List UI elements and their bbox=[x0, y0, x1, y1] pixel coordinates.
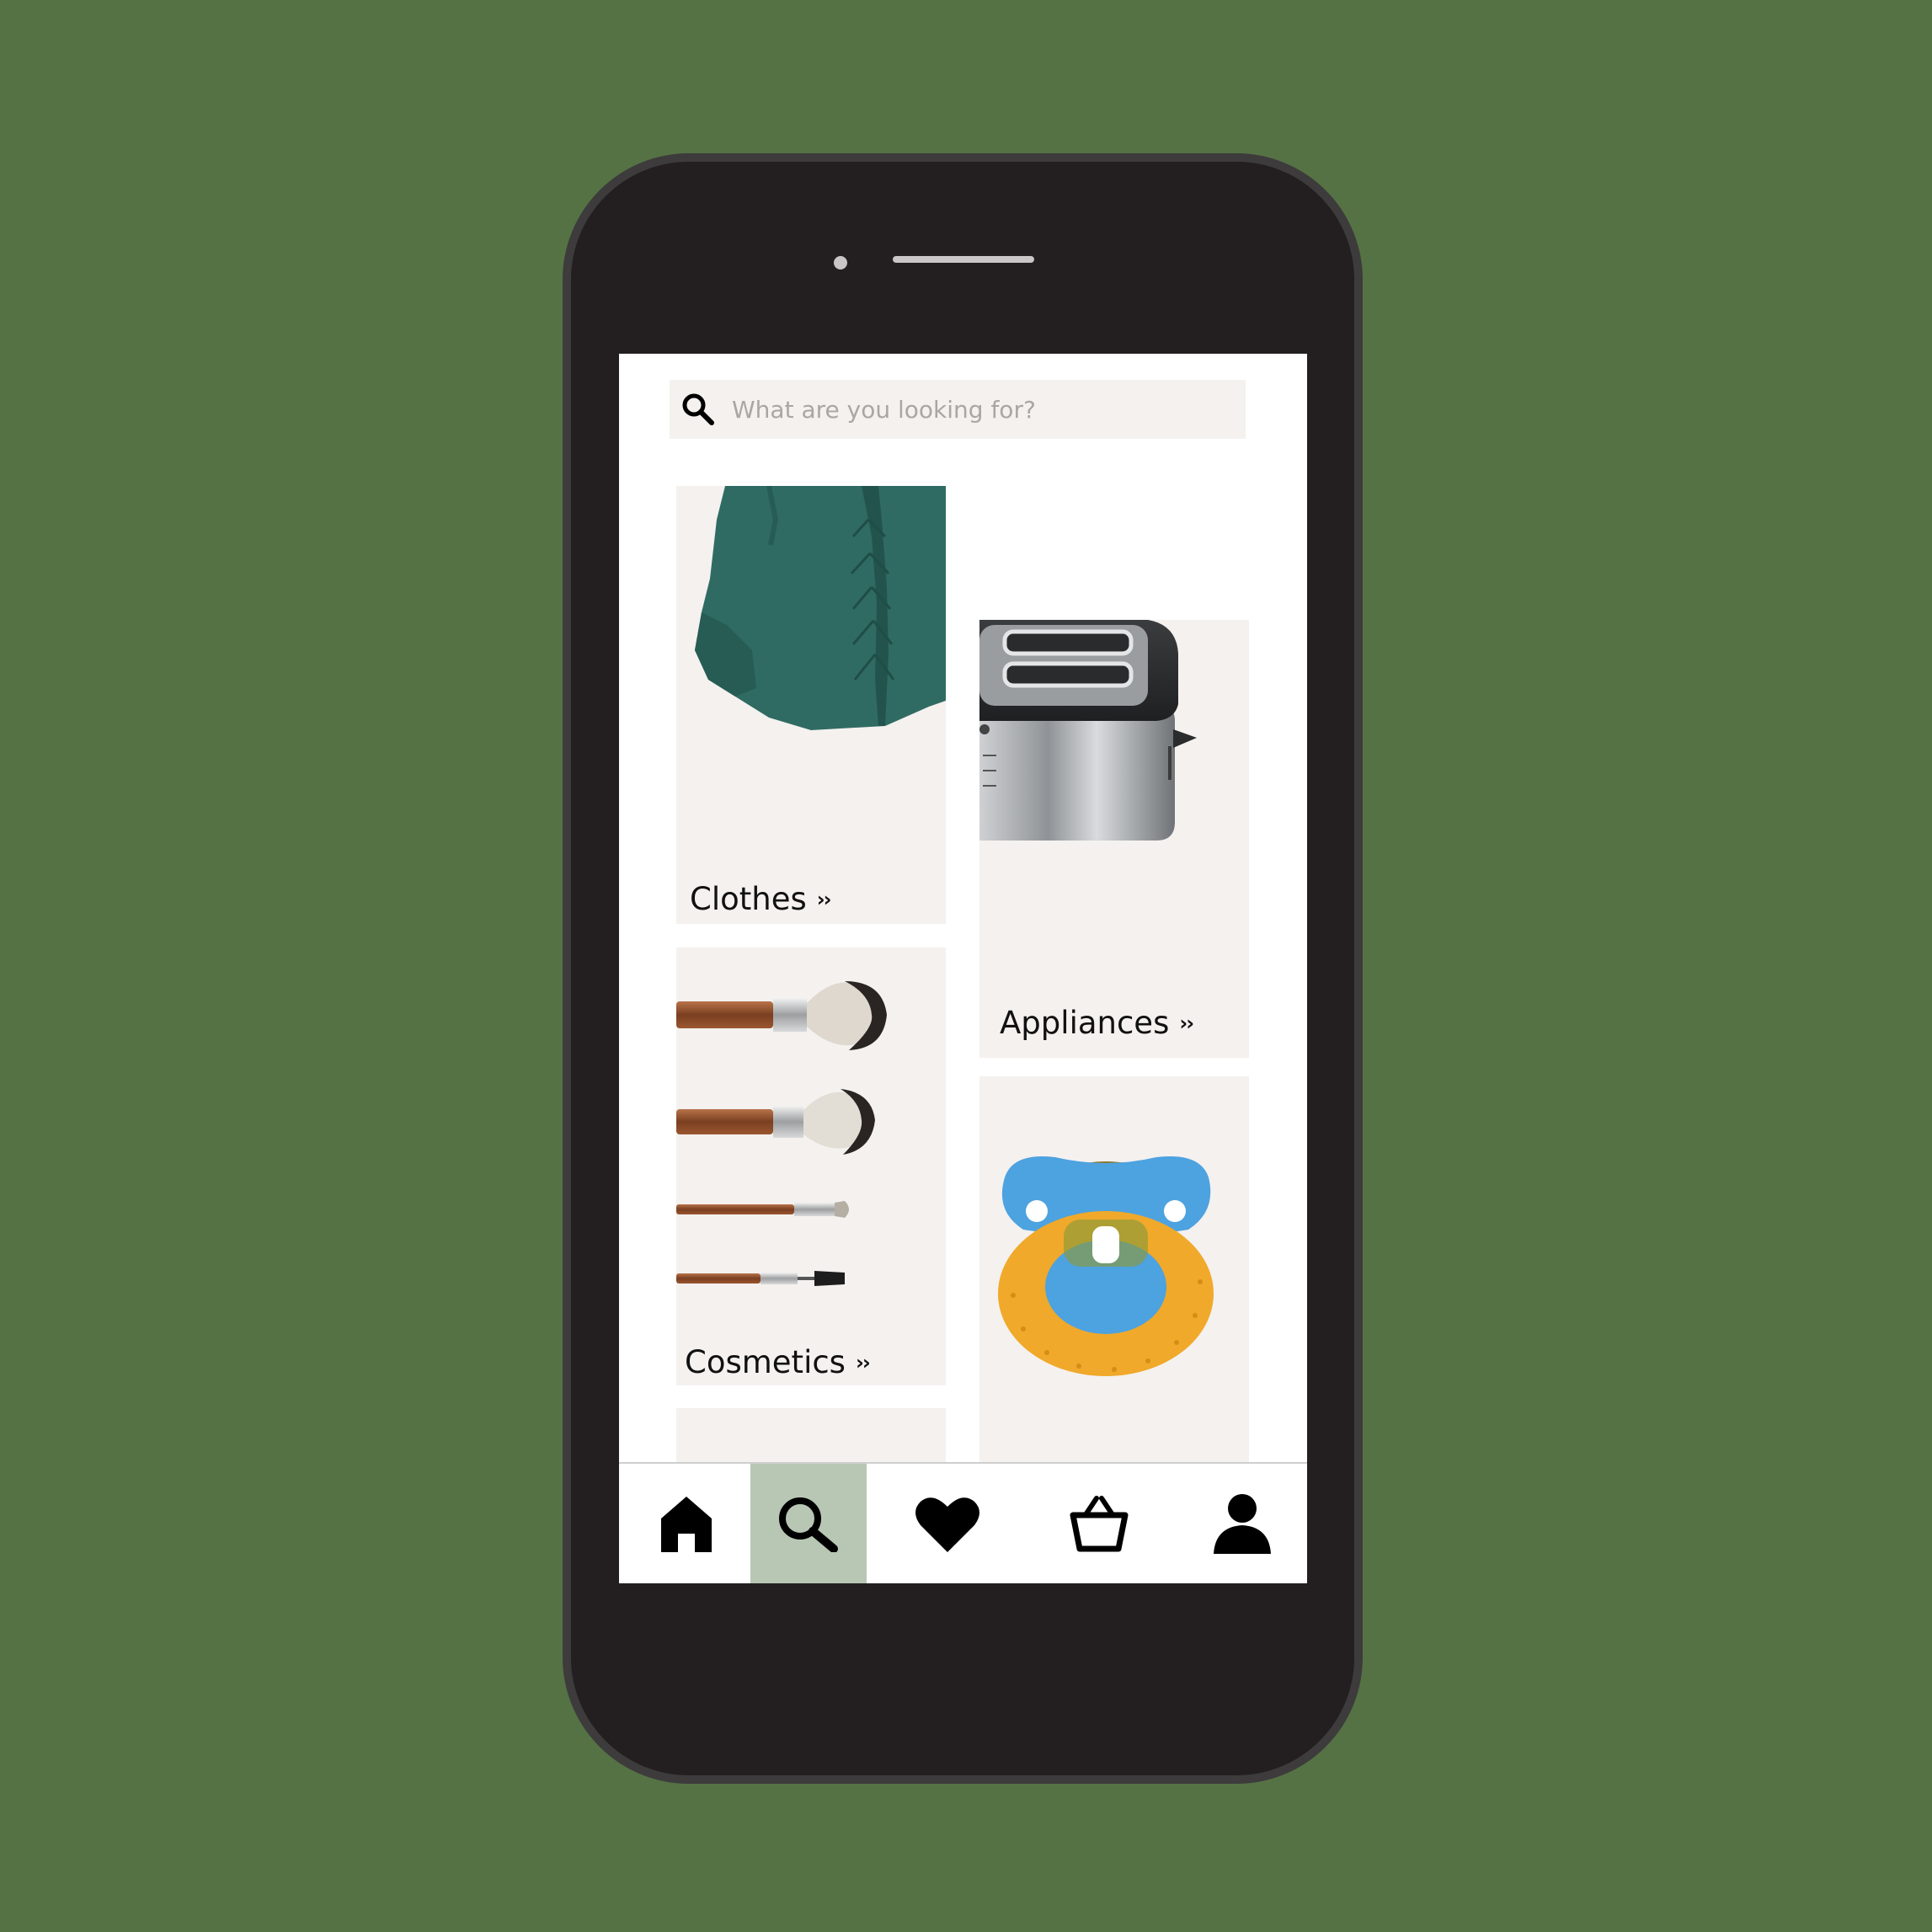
category-tile-clothes[interactable]: Clothes ›› bbox=[676, 486, 946, 924]
search-icon bbox=[682, 393, 714, 425]
front-camera bbox=[834, 256, 847, 270]
heart-icon bbox=[915, 1497, 979, 1552]
tab-favorites[interactable] bbox=[889, 1464, 1006, 1583]
pacifier-image bbox=[998, 1156, 1214, 1376]
category-tile-cosmetics[interactable]: Cosmetics ›› bbox=[676, 947, 946, 1385]
brushes-image bbox=[676, 981, 887, 1286]
category-label-cosmetics: Cosmetics ›› bbox=[685, 1344, 871, 1380]
search-icon bbox=[779, 1497, 838, 1552]
chevron-right-icon: ›› bbox=[816, 887, 832, 911]
category-tile-appliances[interactable]: Appliances ›› bbox=[979, 620, 1249, 1058]
home-icon bbox=[661, 1497, 712, 1552]
search-bar[interactable]: What are you looking for? bbox=[670, 380, 1246, 439]
category-tile-baby[interactable] bbox=[979, 1076, 1249, 1464]
toaster-image bbox=[979, 620, 1197, 841]
earpiece-speaker bbox=[893, 256, 1034, 263]
bottom-tab-bar bbox=[619, 1462, 1307, 1583]
category-label-clothes: Clothes ›› bbox=[690, 881, 832, 917]
tab-profile[interactable] bbox=[1183, 1464, 1301, 1583]
app-screen: What are you looking for? Clothes ›› App… bbox=[619, 354, 1307, 1583]
profile-icon bbox=[1214, 1494, 1271, 1554]
chevron-right-icon: ›› bbox=[855, 1350, 871, 1374]
sweater-image bbox=[695, 486, 946, 730]
tab-home[interactable] bbox=[627, 1464, 745, 1583]
basket-icon bbox=[1070, 1496, 1129, 1552]
chevron-right-icon: ›› bbox=[1179, 1011, 1194, 1035]
tab-basket[interactable] bbox=[1040, 1464, 1158, 1583]
tab-search[interactable] bbox=[750, 1464, 867, 1583]
search-input[interactable]: What are you looking for? bbox=[732, 396, 1036, 424]
category-label-appliances: Appliances ›› bbox=[1000, 1005, 1194, 1041]
